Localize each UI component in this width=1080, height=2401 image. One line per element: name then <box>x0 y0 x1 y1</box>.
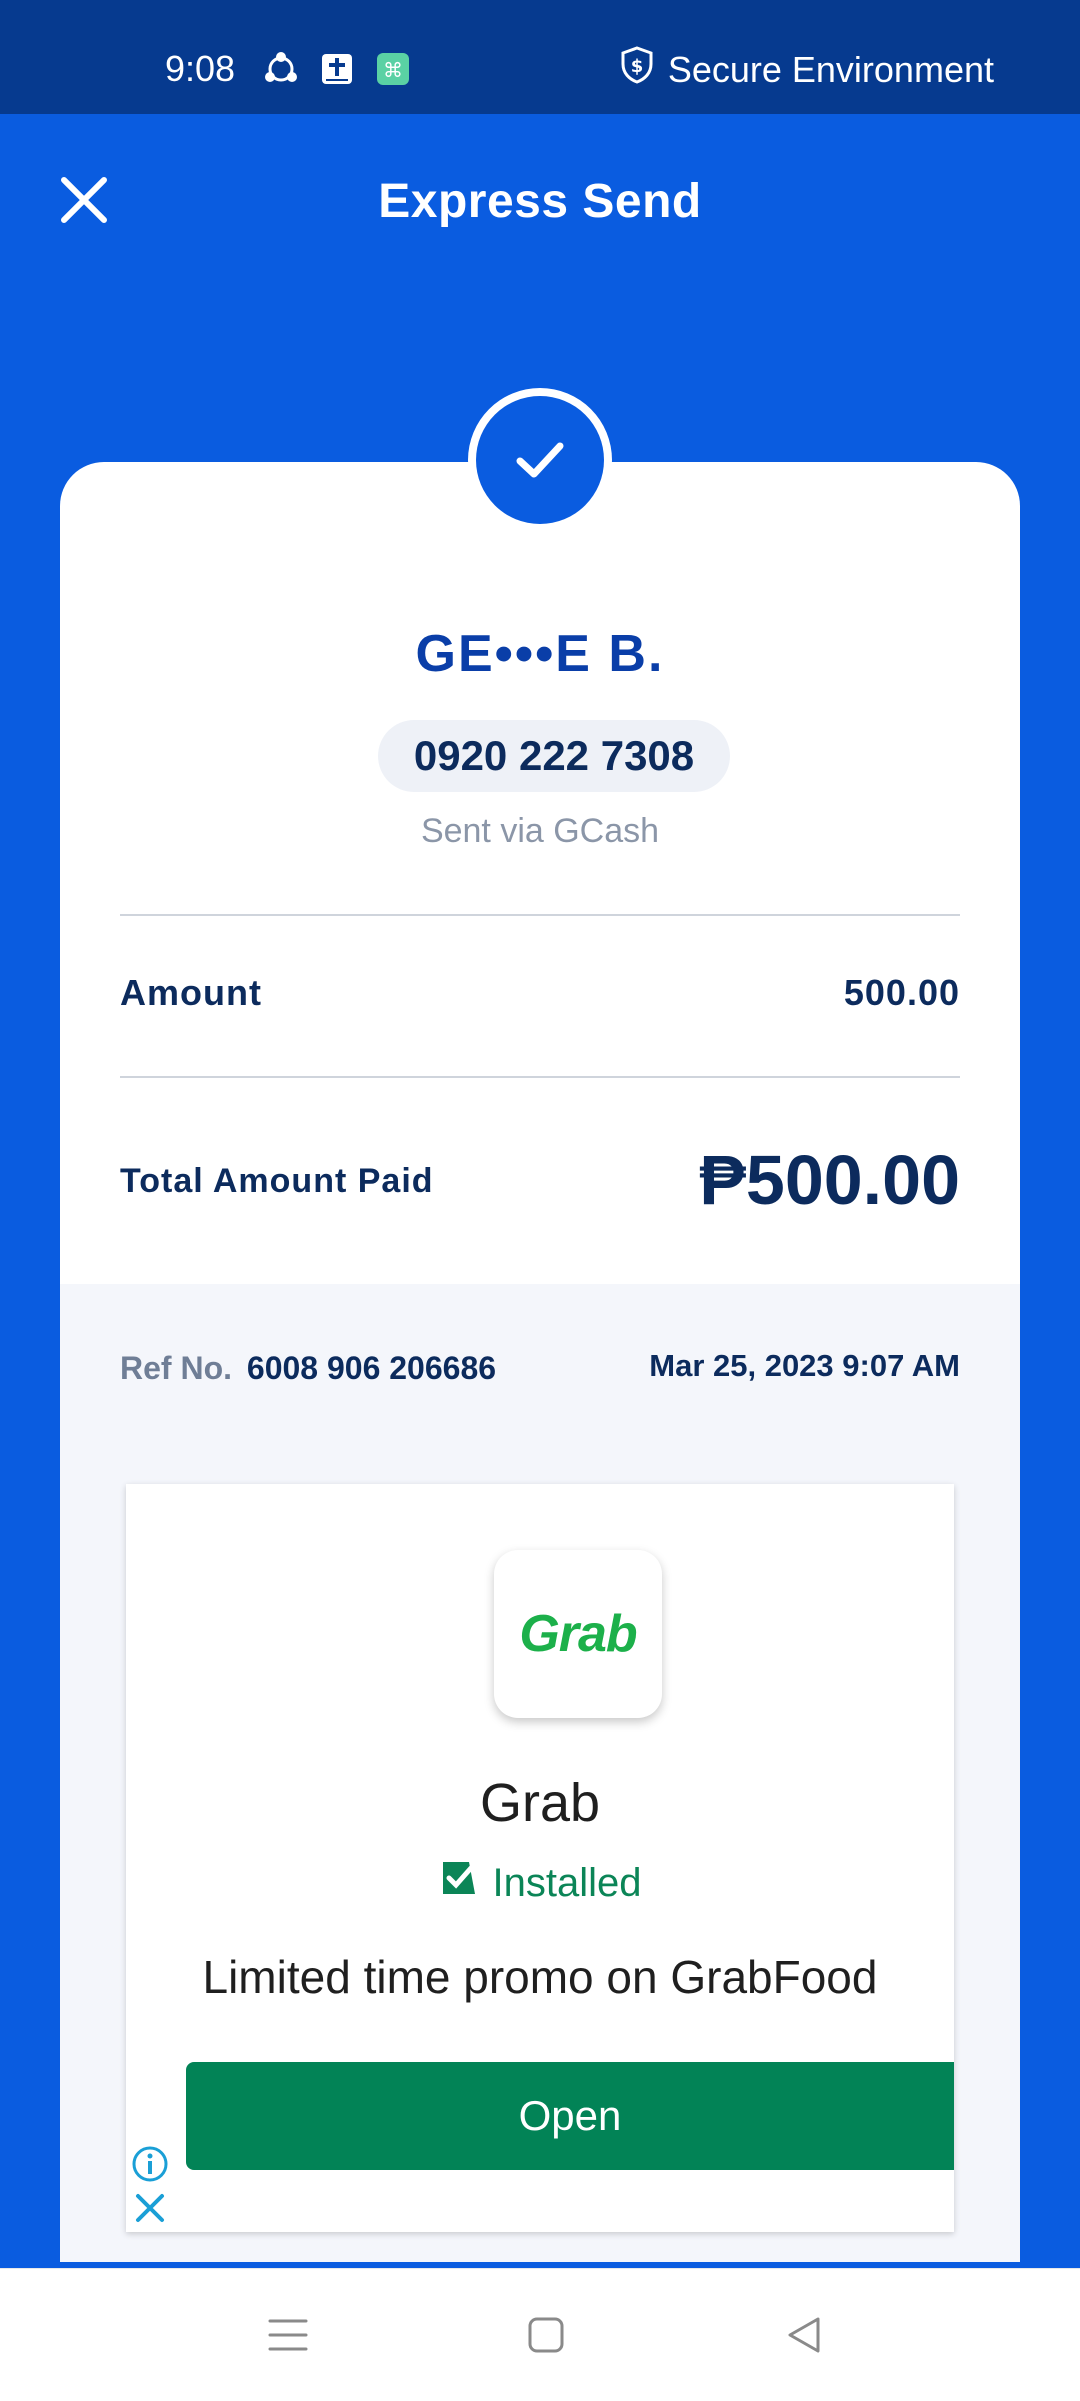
share-icon <box>262 50 300 88</box>
open-app-button[interactable]: Open <box>186 2062 954 2170</box>
divider <box>120 1076 960 1078</box>
ref-label: Ref No. <box>120 1350 232 1386</box>
close-icon <box>136 2194 164 2222</box>
status-icons: ⌘ <box>262 50 412 88</box>
shield-dollar-icon: $ <box>620 46 654 93</box>
svg-text:⌘: ⌘ <box>383 58 403 82</box>
phone-number-badge: 0920 222 7308 <box>378 720 730 792</box>
transaction-date-time: Mar 25, 2023 9:07 AM <box>649 1348 960 1383</box>
app-name: Grab <box>479 1773 601 1833</box>
home-button[interactable] <box>518 2307 574 2363</box>
reference-number: Ref No. 6008 906 206686 <box>120 1350 496 1387</box>
ad-info-button[interactable] <box>130 2144 170 2184</box>
total-amount-label: Total Amount Paid <box>120 1162 434 1200</box>
promo-text: Limited time promo on GrabFood <box>202 1951 878 2003</box>
installed-label: Installed <box>492 1860 642 1905</box>
recent-apps-button[interactable] <box>260 2307 316 2363</box>
bible-icon <box>318 50 356 88</box>
ad-card[interactable]: Grab Grab Installed Limited time promo o… <box>126 1484 954 2232</box>
grab-app-icon[interactable]: Grab <box>494 1550 662 1718</box>
sent-via-label: Sent via GCash <box>420 812 660 850</box>
secure-environment: $ Secure Environment <box>620 46 994 93</box>
receipt-card: GE•••E B. 0920 222 7308 Sent via GCash A… <box>60 462 1020 2262</box>
page-title: Express Send <box>378 175 702 228</box>
check-circle <box>476 396 604 524</box>
grab-logo: Grab <box>519 1605 637 1663</box>
home-square-icon <box>528 2317 564 2353</box>
notification-icon: ⌘ <box>374 50 412 88</box>
secure-label: Secure Environment <box>667 48 994 90</box>
back-triangle-icon <box>788 2317 820 2353</box>
ref-number: 6008 906 206686 <box>246 1350 497 1386</box>
amount-label: Amount <box>120 972 262 1013</box>
success-check <box>468 388 612 532</box>
amount-value: 500.00 <box>843 972 960 1013</box>
status-time: 9:08 <box>165 48 236 89</box>
total-amount-value: ₱500.00 <box>699 1141 960 1219</box>
status-bar: 9:08 ⌘ $ Secure Environment <box>0 0 1080 114</box>
reference-section: Ref No. 6008 906 206686 Mar 25, 2023 9:0… <box>60 1284 1020 2262</box>
menu-icon <box>268 2319 308 2351</box>
info-icon <box>132 2146 168 2182</box>
back-button[interactable] <box>776 2307 832 2363</box>
installed-status: Installed <box>126 1858 954 1908</box>
ad-close-button[interactable] <box>132 2190 168 2226</box>
divider <box>120 914 960 916</box>
navigation-bar <box>0 2268 1080 2401</box>
svg-text:$: $ <box>631 56 644 77</box>
installed-check-icon <box>439 1858 479 1908</box>
header: Express Send <box>0 114 1080 286</box>
check-icon <box>516 442 564 478</box>
recipient-name: GE•••E B. <box>415 625 665 683</box>
